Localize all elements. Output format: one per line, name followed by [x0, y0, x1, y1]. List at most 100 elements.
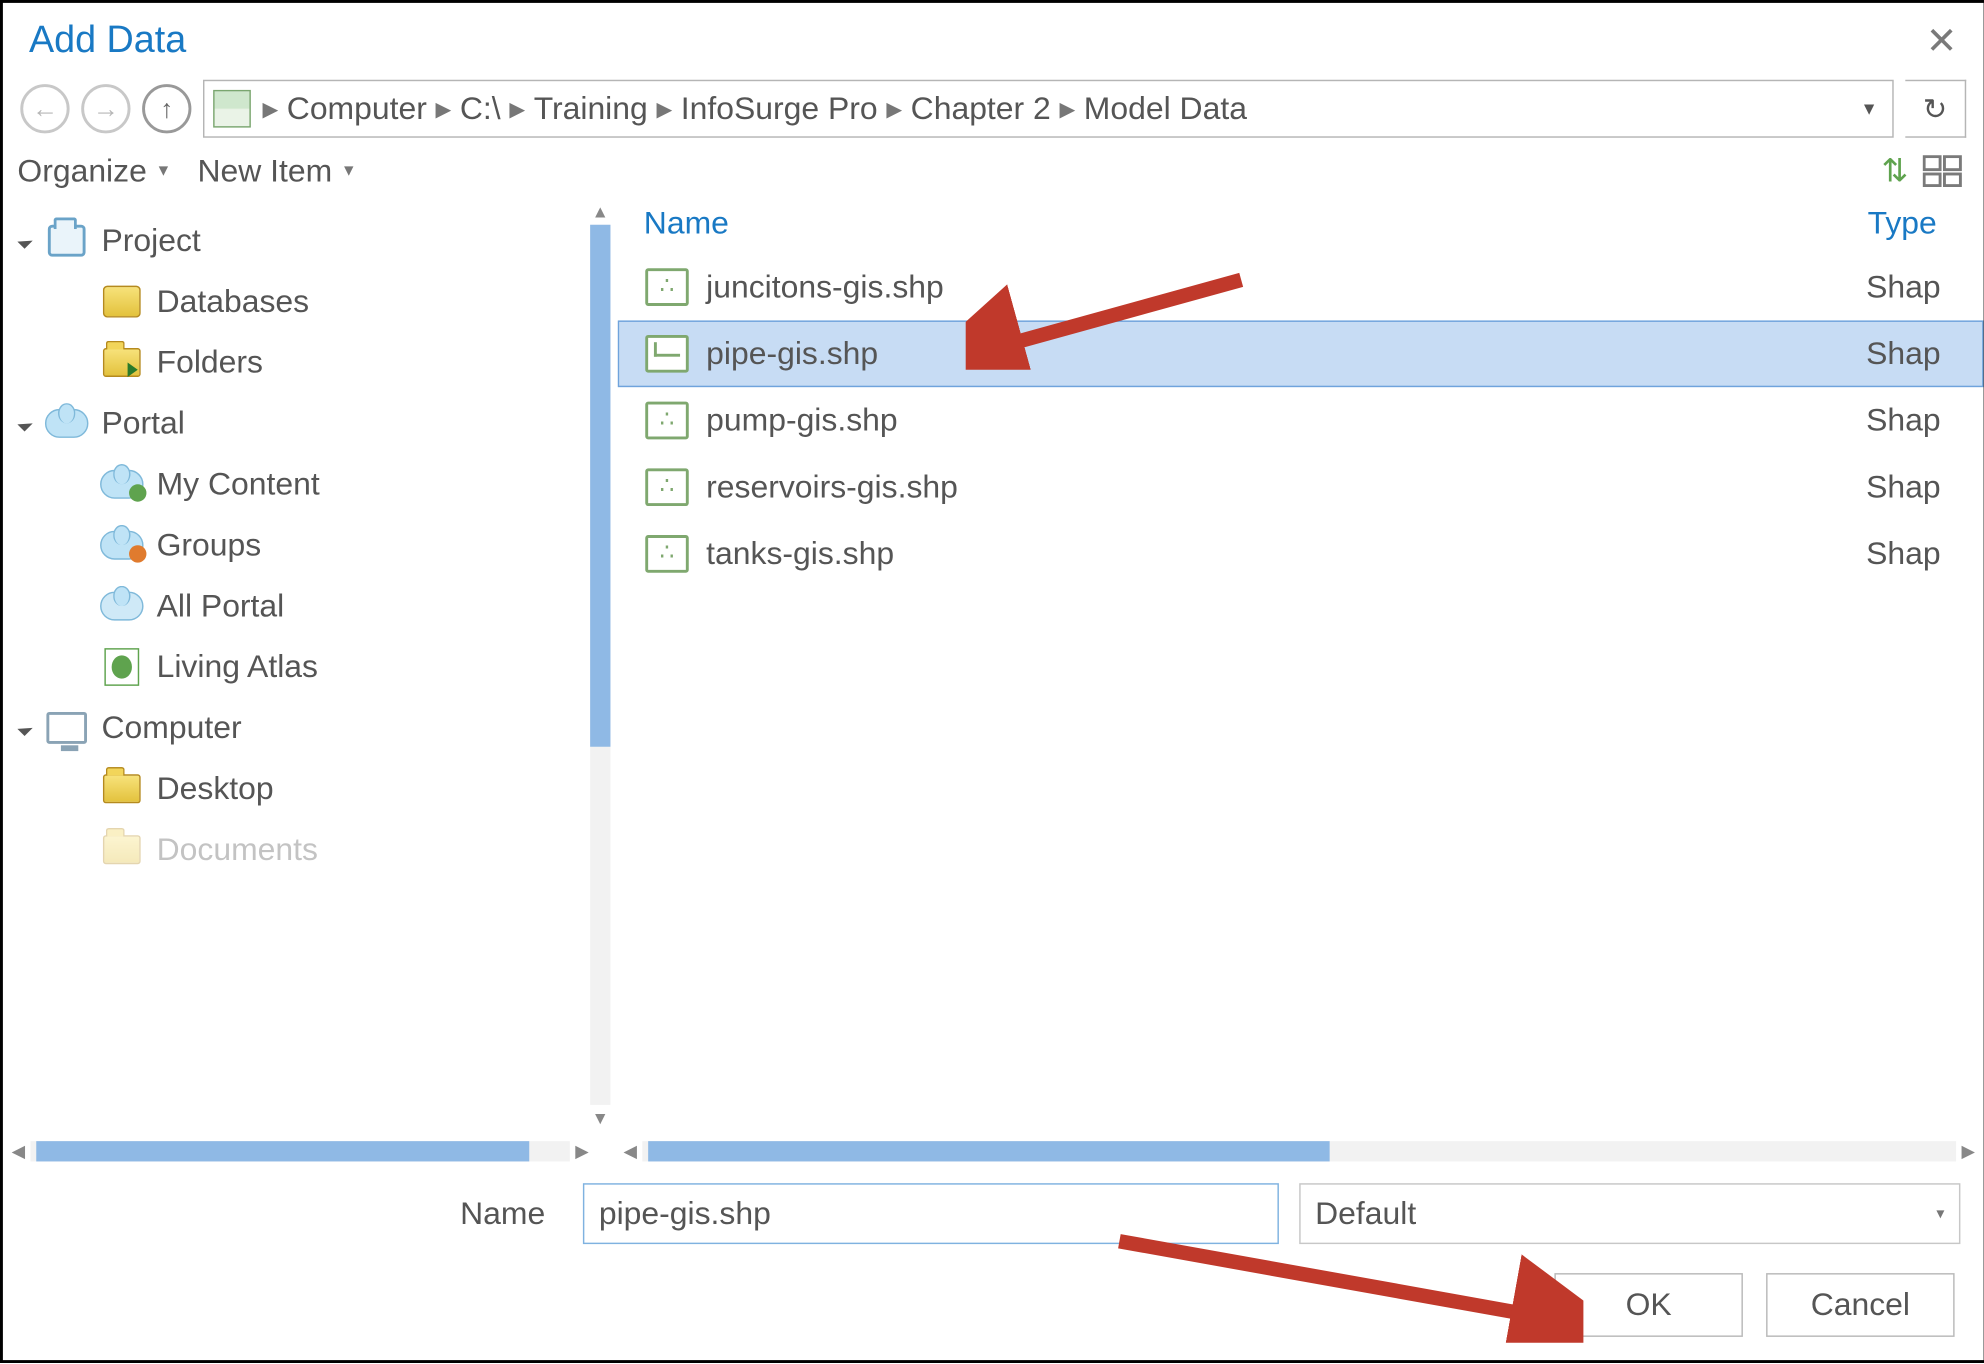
new-item-label: New Item	[197, 152, 332, 190]
folder-icon	[103, 774, 141, 803]
breadcrumb-item[interactable]: Computer	[281, 90, 433, 128]
breadcrumb-item[interactable]: Chapter 2	[905, 90, 1057, 128]
hscroll-track-right[interactable]	[643, 1141, 1956, 1161]
caret-icon[interactable]	[17, 229, 43, 252]
catalog-tree[interactable]: Project Databases Folders Portal	[3, 196, 583, 1134]
file-list[interactable]: Name Type juncitons-gis.shpShappipe-gis.…	[618, 196, 1984, 1134]
file-type: Shap	[1866, 268, 1982, 306]
scroll-right-icon[interactable]: ▶	[1962, 1141, 1975, 1161]
refresh-button[interactable]: ↻	[1905, 80, 1966, 138]
file-row[interactable]: tanks-gis.shpShap	[618, 521, 1984, 588]
forward-button[interactable]: →	[81, 84, 130, 133]
scroll-thumb[interactable]	[590, 225, 610, 747]
caret-icon[interactable]	[17, 716, 43, 739]
atlas-icon	[104, 648, 139, 686]
hscroll-thumb[interactable]	[648, 1141, 1330, 1161]
scroll-left-icon[interactable]: ◀	[12, 1141, 25, 1161]
name-input[interactable]	[583, 1183, 1279, 1244]
file-list-header[interactable]: Name Type	[618, 196, 1984, 254]
chevron-right-icon: ▶	[506, 96, 527, 121]
new-item-menu[interactable]: New Item ▼	[197, 152, 356, 190]
breadcrumb[interactable]: ▶ Computer ▶ C:\ ▶ Training ▶ InfoSurge …	[203, 80, 1894, 138]
location-icon	[213, 90, 251, 128]
file-type: Shap	[1866, 535, 1982, 573]
file-type: Shap	[1866, 335, 1982, 373]
point-shapefile-icon	[645, 402, 689, 440]
column-name[interactable]: Name	[644, 204, 1868, 242]
chevron-right-icon: ▶	[433, 96, 454, 121]
toolbar: Organize ▼ New Item ▼ ⇅	[3, 146, 1984, 195]
chevron-right-icon: ▶	[654, 96, 675, 121]
file-row[interactable]: reservoirs-gis.shpShap	[618, 454, 1984, 521]
tree-node-computer[interactable]: Computer	[9, 697, 560, 758]
tree-node-databases[interactable]: Databases	[9, 271, 560, 332]
organize-label: Organize	[17, 152, 146, 190]
scroll-right-icon[interactable]: ▶	[575, 1141, 588, 1161]
breadcrumb-item[interactable]: Model Data	[1078, 90, 1253, 128]
hscroll-track-left[interactable]	[31, 1141, 570, 1161]
tree-node-my-content[interactable]: My Content	[9, 454, 560, 515]
point-shapefile-icon	[645, 535, 689, 573]
hscroll-row: ◀ ▶ ◀ ▶	[3, 1134, 1984, 1169]
tree-label: Databases	[157, 283, 310, 321]
tree-label: Groups	[157, 526, 262, 564]
ok-button[interactable]: OK	[1554, 1273, 1743, 1337]
file-name: reservoirs-gis.shp	[706, 468, 1866, 506]
cloud-icon	[100, 531, 144, 560]
chevron-right-icon: ▶	[1057, 96, 1078, 121]
hscroll-thumb[interactable]	[37, 1141, 530, 1161]
project-icon	[48, 225, 86, 257]
up-button[interactable]: ↑	[142, 84, 191, 133]
point-shapefile-icon	[645, 468, 689, 506]
tree-label: All Portal	[157, 587, 285, 625]
breadcrumb-item[interactable]: Training	[528, 90, 654, 128]
back-button[interactable]: ←	[20, 84, 69, 133]
file-row[interactable]: pipe-gis.shpShap	[618, 320, 1984, 387]
tree-label: Folders	[157, 344, 263, 382]
cloud-icon	[45, 409, 89, 438]
chevron-right-icon: ▶	[883, 96, 904, 121]
caret-icon[interactable]	[17, 412, 43, 435]
filter-value: Default	[1315, 1195, 1416, 1233]
cancel-button[interactable]: Cancel	[1766, 1273, 1955, 1337]
chevron-down-icon[interactable]: ▼	[1861, 99, 1884, 119]
filter-select[interactable]: Default	[1299, 1183, 1960, 1244]
file-row[interactable]: pump-gis.shpShap	[618, 387, 1984, 454]
scroll-up-icon[interactable]: ▲	[592, 202, 609, 222]
breadcrumb-item[interactable]: InfoSurge Pro	[675, 90, 883, 128]
tree-node-documents[interactable]: Documents	[9, 819, 560, 880]
tree-node-portal[interactable]: Portal	[9, 393, 560, 454]
scroll-left-icon[interactable]: ◀	[624, 1141, 637, 1161]
file-name: pipe-gis.shp	[706, 335, 1866, 373]
tree-node-desktop[interactable]: Desktop	[9, 758, 560, 819]
dialog-title: Add Data	[29, 17, 186, 62]
organize-menu[interactable]: Organize ▼	[17, 152, 171, 190]
column-type[interactable]: Type	[1868, 204, 1984, 242]
tree-node-living-atlas[interactable]: Living Atlas	[9, 637, 560, 698]
folder-icon	[103, 348, 141, 377]
tree-node-project[interactable]: Project	[9, 210, 560, 271]
bottom-panel: Name Default OK Cancel	[3, 1169, 1984, 1360]
sort-icon[interactable]: ⇅	[1881, 152, 1908, 190]
file-row[interactable]: juncitons-gis.shpShap	[618, 254, 1984, 321]
tree-node-groups[interactable]: Groups	[9, 515, 560, 576]
computer-icon	[46, 712, 87, 744]
file-name: juncitons-gis.shp	[706, 268, 1866, 306]
tree-label: My Content	[157, 465, 320, 503]
point-shapefile-icon	[645, 268, 689, 306]
chevron-down-icon: ▼	[156, 162, 172, 179]
tree-label: Computer	[102, 709, 242, 747]
scroll-down-icon[interactable]: ▼	[592, 1108, 609, 1128]
view-mode-icon[interactable]	[1923, 155, 1964, 187]
chevron-right-icon: ▶	[260, 96, 281, 121]
tree-node-all-portal[interactable]: All Portal	[9, 576, 560, 637]
chevron-down-icon: ▼	[341, 162, 357, 179]
breadcrumb-item[interactable]: C:\	[454, 90, 506, 128]
tree-label: Living Atlas	[157, 648, 318, 686]
file-name: pump-gis.shp	[706, 402, 1866, 440]
tree-node-folders[interactable]: Folders	[9, 332, 560, 393]
folder-icon	[103, 835, 141, 864]
close-icon[interactable]: ✕	[1926, 21, 1958, 59]
tree-scrollbar[interactable]: ▲ ▼	[583, 196, 618, 1134]
scroll-track[interactable]	[590, 225, 610, 1105]
